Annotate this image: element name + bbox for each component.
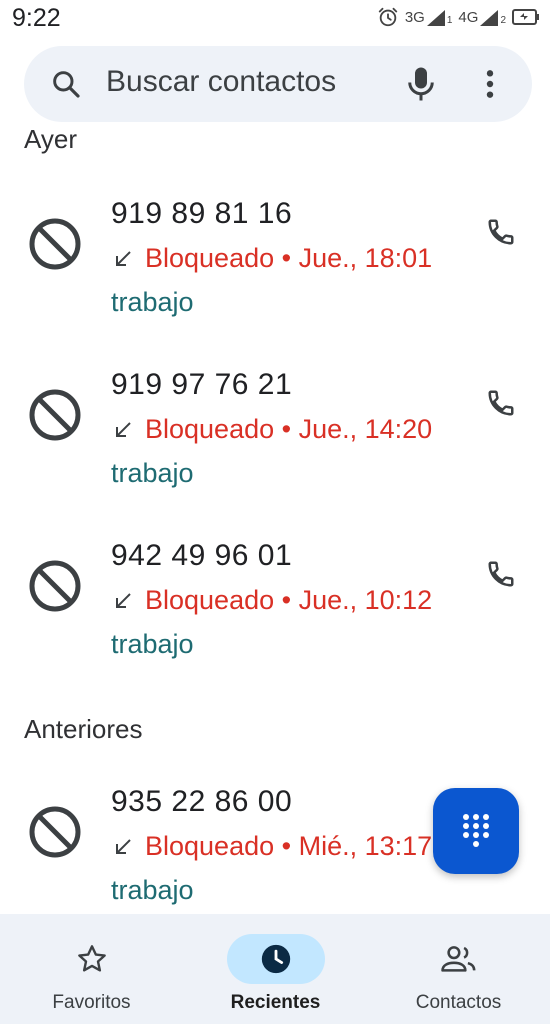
nav-contactos[interactable]: Contactos <box>367 914 550 1024</box>
call-icon[interactable] <box>486 388 516 418</box>
incoming-call-arrow-icon <box>116 838 131 854</box>
alarm-icon <box>378 7 398 27</box>
dialpad-button[interactable] <box>433 788 519 874</box>
call-log-entry[interactable]: 919 97 76 21 Bloqueado • Jue., 14:20 tra… <box>0 368 550 508</box>
sim-1-label: 1 <box>446 14 453 26</box>
blocked-icon <box>29 560 81 612</box>
phone-number: 942 49 96 01 <box>111 539 293 572</box>
nav-favoritos[interactable]: Favoritos <box>0 914 183 1024</box>
more-vert-icon[interactable] <box>480 68 500 100</box>
contact-label: trabajo <box>111 629 194 659</box>
call-status: Bloqueado <box>145 243 275 273</box>
search-icon <box>53 71 80 98</box>
call-detail: Bloqueado • Jue., 14:20 <box>113 414 432 445</box>
contact-label: trabajo <box>111 287 194 317</box>
blocked-icon <box>29 389 81 441</box>
clock-icon <box>261 944 290 974</box>
people-icon <box>440 946 475 972</box>
nav-label-favoritos: Favoritos <box>52 992 131 1013</box>
section-header-ayer: Ayer <box>24 124 77 154</box>
signal-sim2: 4G 2 <box>458 9 506 26</box>
call-status: Bloqueado <box>145 414 275 444</box>
microphone-icon[interactable] <box>406 66 436 102</box>
network-type-2: 4G <box>458 8 479 26</box>
phone-number: 919 89 81 16 <box>111 197 293 230</box>
blocked-icon <box>29 806 81 858</box>
detail-separator: • <box>274 243 299 273</box>
detail-separator: • <box>274 585 299 615</box>
network-type-1: 3G <box>404 8 425 26</box>
phone-number: 919 97 76 21 <box>111 368 293 401</box>
call-time: Jue., 18:01 <box>298 243 433 273</box>
call-detail: Bloqueado • Mié., 13:17 <box>113 831 432 862</box>
status-time: 9:22 <box>12 4 61 32</box>
phone-number: 935 22 86 00 <box>111 785 293 818</box>
incoming-call-arrow-icon <box>116 592 131 608</box>
call-icon[interactable] <box>486 217 516 247</box>
incoming-call-arrow-icon <box>116 421 131 437</box>
nav-recientes[interactable]: Recientes <box>184 914 367 1024</box>
nav-label-recientes: Recientes <box>230 992 321 1013</box>
call-time: Mié., 13:17 <box>298 831 433 861</box>
call-time: Jue., 14:20 <box>298 414 433 444</box>
signal-icon <box>426 9 445 26</box>
call-status: Bloqueado <box>145 831 275 861</box>
call-time: Jue., 10:12 <box>298 585 433 615</box>
search-input[interactable]: Buscar contactos <box>106 65 336 99</box>
section-header-anteriores: Anteriores <box>24 714 143 744</box>
detail-separator: • <box>274 414 299 444</box>
star-icon <box>77 945 106 972</box>
search-bar[interactable]: Buscar contactos <box>24 46 532 122</box>
blocked-icon <box>29 218 81 270</box>
dialpad-icon <box>463 814 489 847</box>
signal-sim1: 3G 1 <box>404 8 453 26</box>
call-detail: Bloqueado • Jue., 18:01 <box>113 243 432 274</box>
call-status: Bloqueado <box>145 585 275 615</box>
status-icons: 3G 1 4G 2 <box>377 6 540 28</box>
sim-2-label: 2 <box>500 14 506 26</box>
call-log-entry[interactable]: 942 49 96 01 Bloqueado • Jue., 10:12 tra… <box>0 539 550 679</box>
detail-separator: • <box>274 831 299 861</box>
call-log-entry[interactable]: 919 89 81 16 Bloqueado • Jue., 18:01 tra… <box>0 197 550 337</box>
contact-label: trabajo <box>111 458 194 488</box>
call-detail: Bloqueado • Jue., 10:12 <box>113 585 432 616</box>
signal-icon <box>480 9 499 26</box>
call-icon[interactable] <box>486 559 516 589</box>
bottom-navigation: Favoritos Recientes Contactos <box>0 914 550 1024</box>
battery-icon <box>512 9 539 25</box>
contact-label: trabajo <box>111 875 194 905</box>
status-bar: 9:22 3G 1 4G 2 <box>0 0 550 38</box>
nav-label-contactos: Contactos <box>415 992 502 1013</box>
incoming-call-arrow-icon <box>116 250 131 266</box>
